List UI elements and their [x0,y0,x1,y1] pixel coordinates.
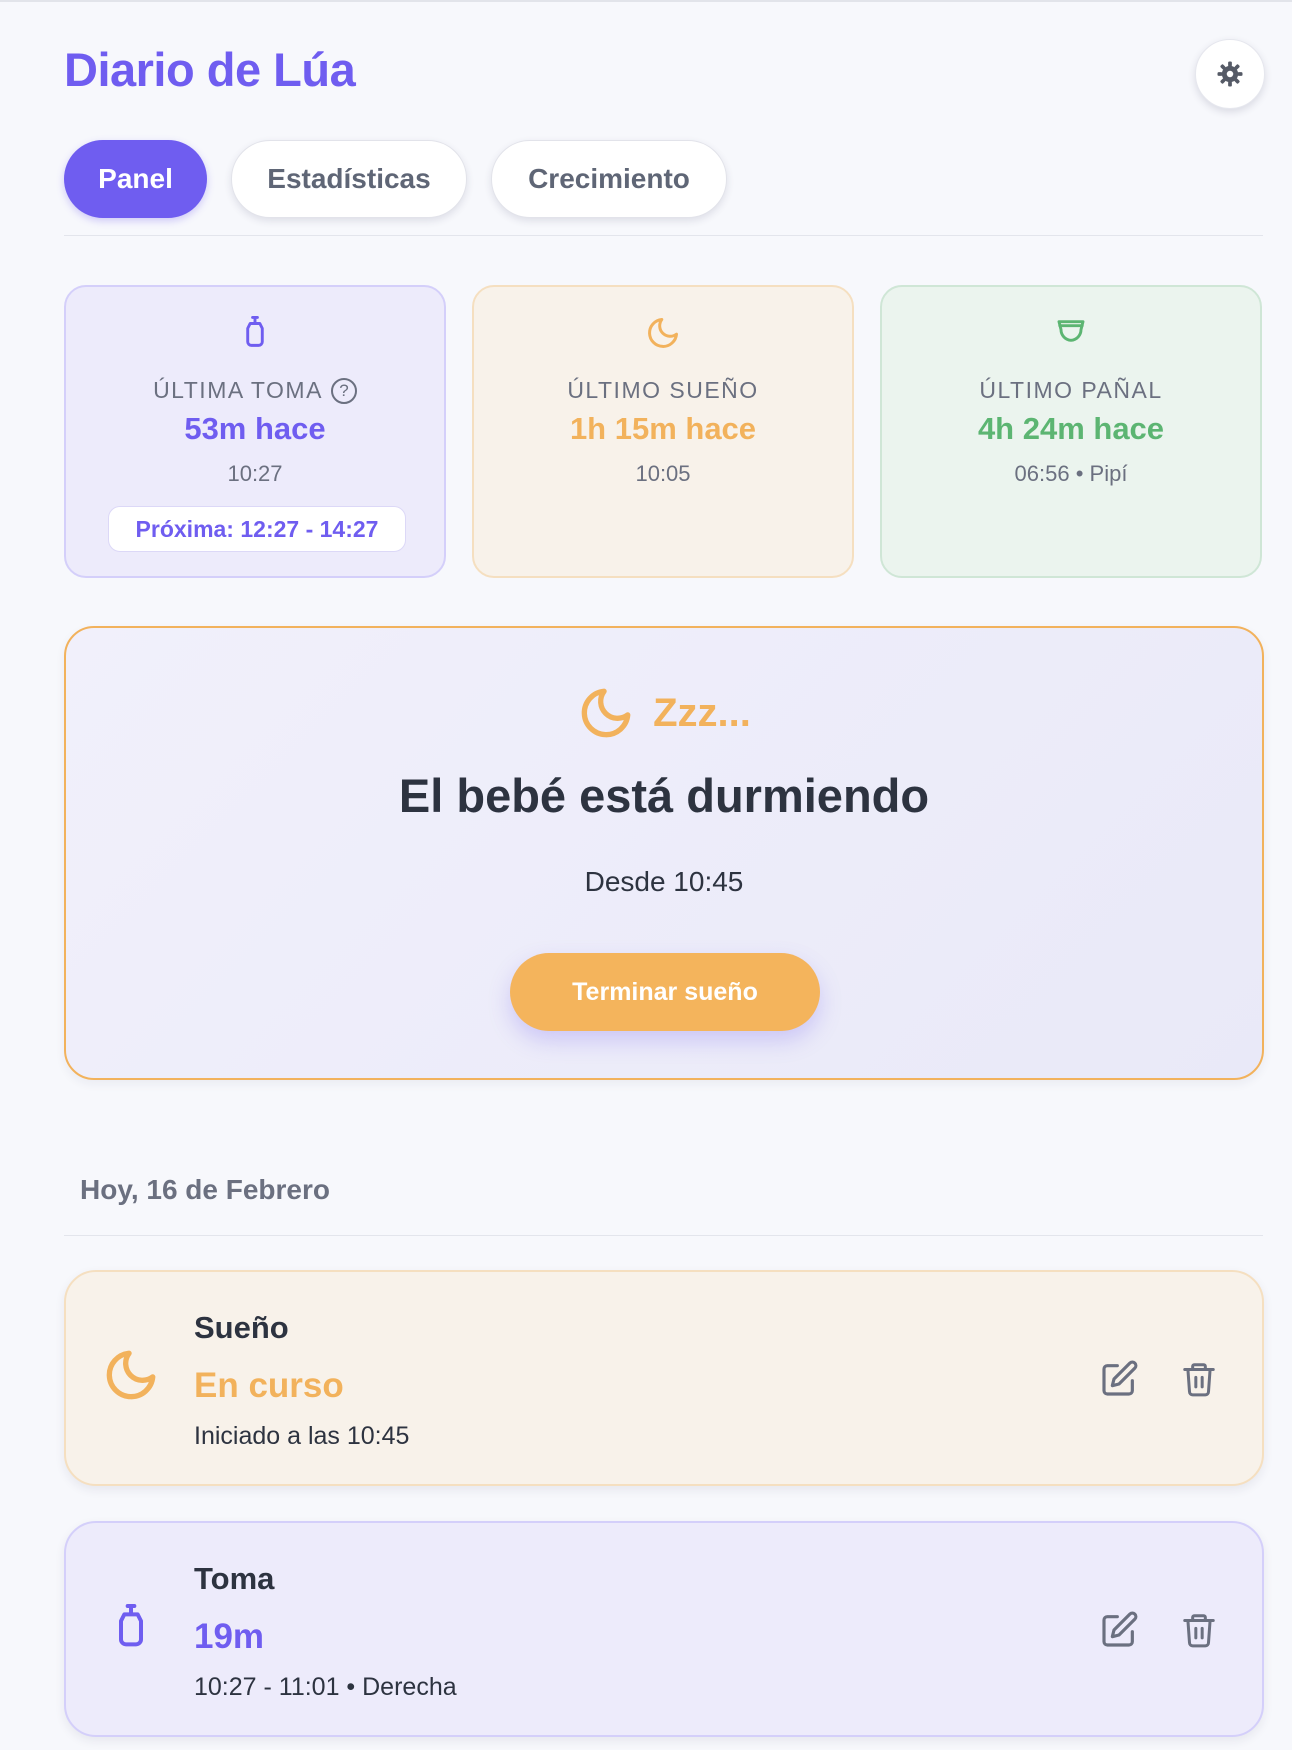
tab-statistics[interactable]: Estadísticas [231,140,467,218]
tab-growth[interactable]: Crecimiento [491,140,727,218]
entry-sleep[interactable]: Sueño En curso Iniciado a las 10:45 [64,1270,1264,1486]
last-feed-label-text: ÚLTIMA TOMA [153,377,323,403]
last-sleep-label: ÚLTIMO SUEÑO [567,377,759,403]
bottle-icon [66,315,444,349]
last-sleep-elapsed: 1h 15m hace [569,411,757,446]
last-feed-time: 10:27 [227,461,283,486]
app-title: Diario de Lúa [64,43,356,96]
diaper-icon [882,315,1260,347]
last-diaper-card[interactable]: ÚLTIMO PAÑAL 4h 24m hace 06:56 • Pipí [880,285,1262,578]
gear-icon [1217,61,1243,87]
edit-button[interactable] [1094,1605,1144,1655]
date-divider [64,1235,1263,1236]
last-diaper-time: 06:56 • Pipí [1014,461,1128,486]
entry-title: Sueño [194,1310,289,1345]
next-feed-badge: Próxima: 12:27 - 14:27 [108,506,406,552]
last-diaper-label: ÚLTIMO PAÑAL [979,377,1163,403]
end-sleep-button[interactable]: Terminar sueño [510,953,820,1031]
last-feed-card[interactable]: ÚLTIMA TOMA ? 53m hace 10:27 Próxima: 12… [64,285,446,578]
trash-icon [1183,1614,1215,1648]
entry-detail: Iniciado a las 10:45 [194,1422,410,1450]
last-diaper-elapsed: 4h 24m hace [977,411,1165,446]
moon-icon [474,315,852,351]
sleep-since: Desde 10:45 [584,866,744,897]
help-icon[interactable]: ? [330,377,357,404]
last-feed-elapsed: 53m hace [184,411,326,446]
entry-detail: 10:27 - 11:01 • Derecha [194,1673,457,1701]
delete-button[interactable] [1174,1354,1224,1404]
tabs-divider [64,235,1263,236]
entry-title: Toma [194,1561,275,1596]
entry-value: En curso [194,1366,344,1405]
bottle-icon [100,1595,162,1657]
tab-bar: Panel Estadísticas Crecimiento [64,140,727,218]
sleeping-banner: Zzz... El bebé está durmiendo Desde 10:4… [64,626,1264,1080]
moon-icon [581,688,631,738]
edit-icon [1102,1360,1138,1396]
entry-feed[interactable]: Toma 19m 10:27 - 11:01 • Derecha [64,1521,1264,1737]
entry-value: 19m [194,1617,265,1656]
date-heading: Hoy, 16 de Febrero [80,1174,331,1205]
edit-icon [1102,1611,1138,1647]
sleeping-heading: El bebé está durmiendo [398,769,930,822]
moon-icon [100,1344,162,1406]
zzz-label: Zzz... [653,690,751,735]
last-sleep-card[interactable]: ÚLTIMO SUEÑO 1h 15m hace 10:05 [472,285,854,578]
edit-button[interactable] [1094,1354,1144,1404]
last-feed-label: ÚLTIMA TOMA ? [66,377,444,404]
tab-panel[interactable]: Panel [64,140,207,218]
last-sleep-time: 10:05 [635,461,691,486]
settings-button[interactable] [1195,39,1265,109]
delete-button[interactable] [1174,1605,1224,1655]
trash-icon [1183,1363,1215,1397]
